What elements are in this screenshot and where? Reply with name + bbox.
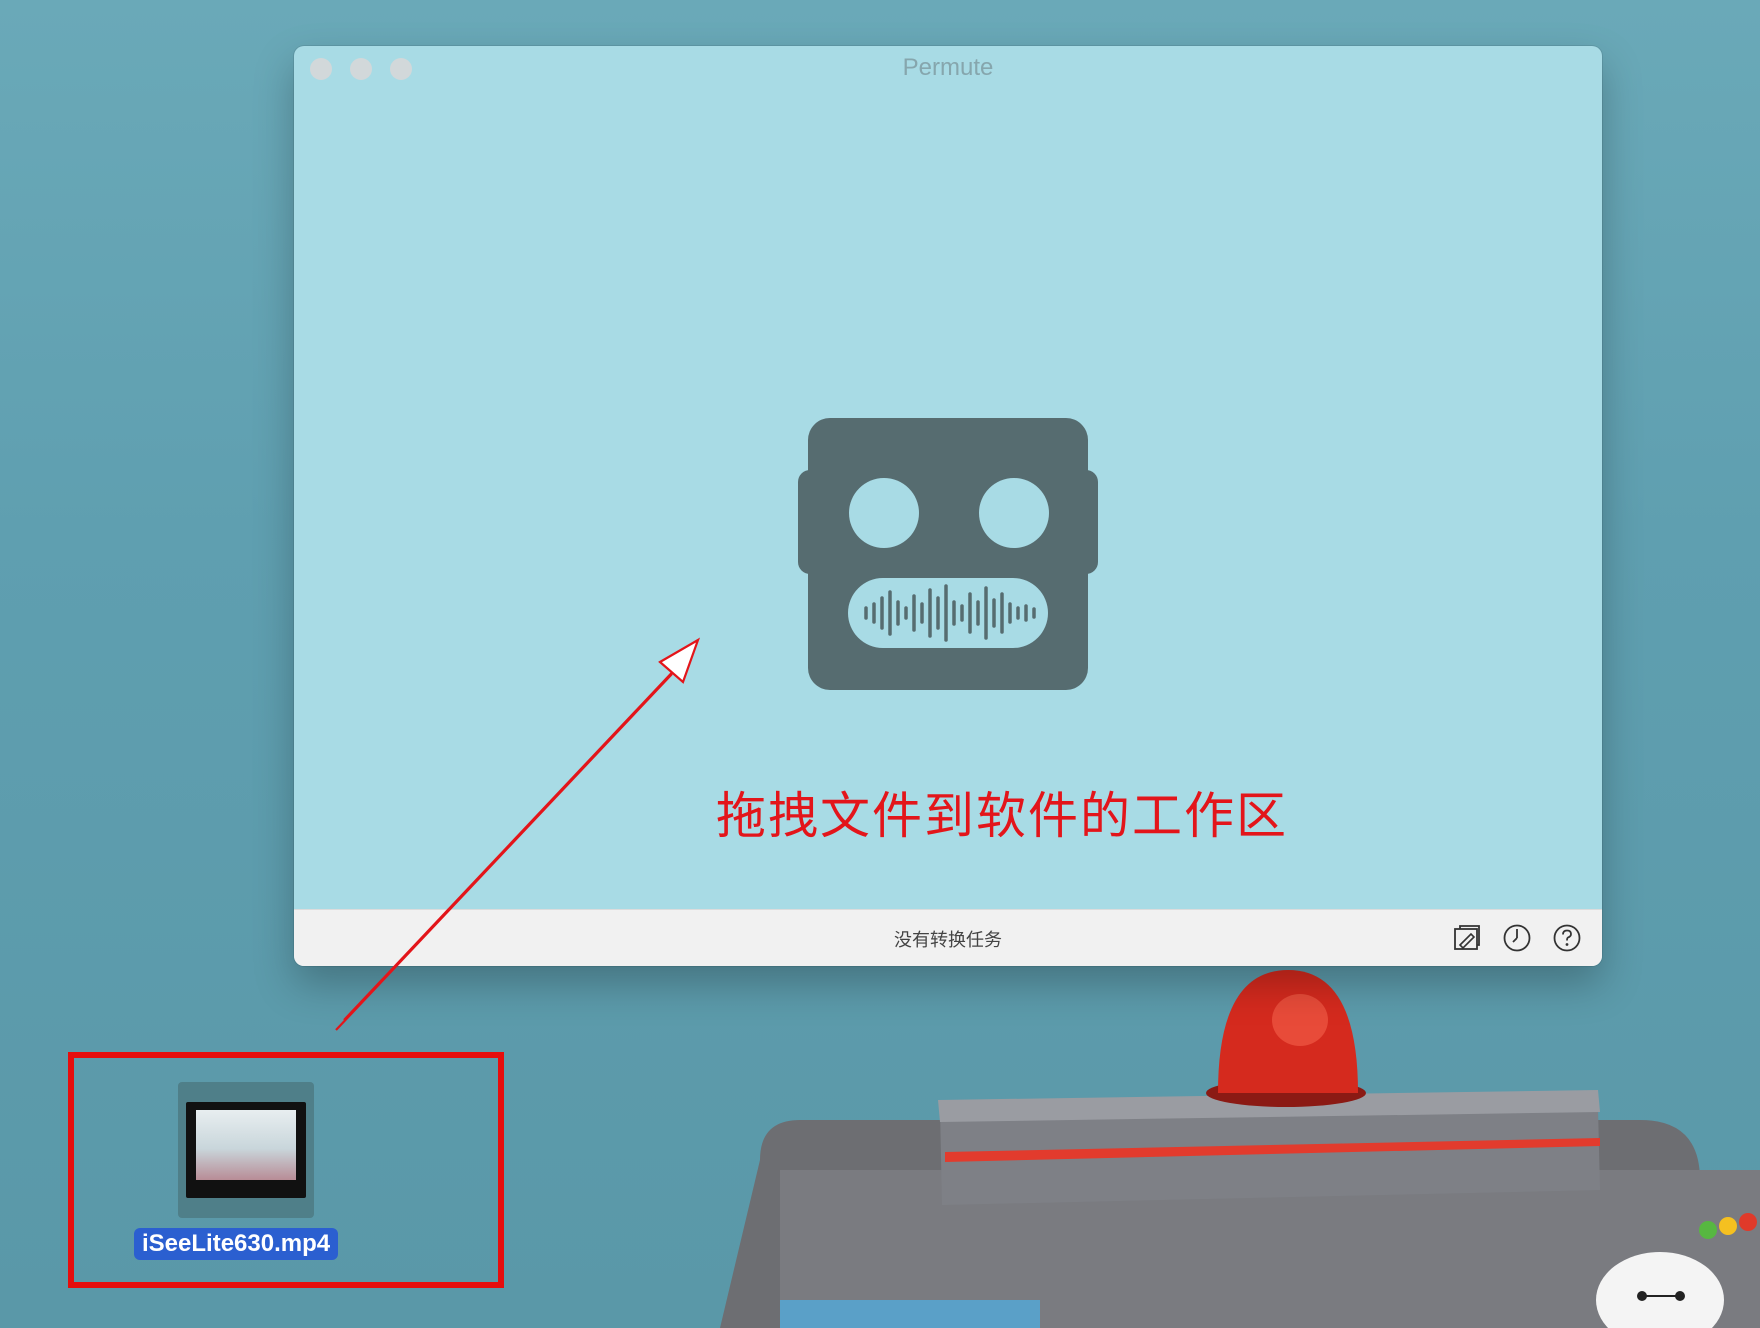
- video-preview-image: [196, 1110, 296, 1180]
- annotation-text: 拖拽文件到软件的工作区: [716, 787, 1288, 845]
- desktop: Permute 没有转换任务 拖拽文件到软件的工作区 iSeeLite630.m…: [0, 0, 1760, 1328]
- video-preview: [186, 1102, 306, 1198]
- file-thumbnail[interactable]: [178, 1082, 314, 1218]
- file-name-label[interactable]: iSeeLite630.mp4: [134, 1228, 339, 1260]
